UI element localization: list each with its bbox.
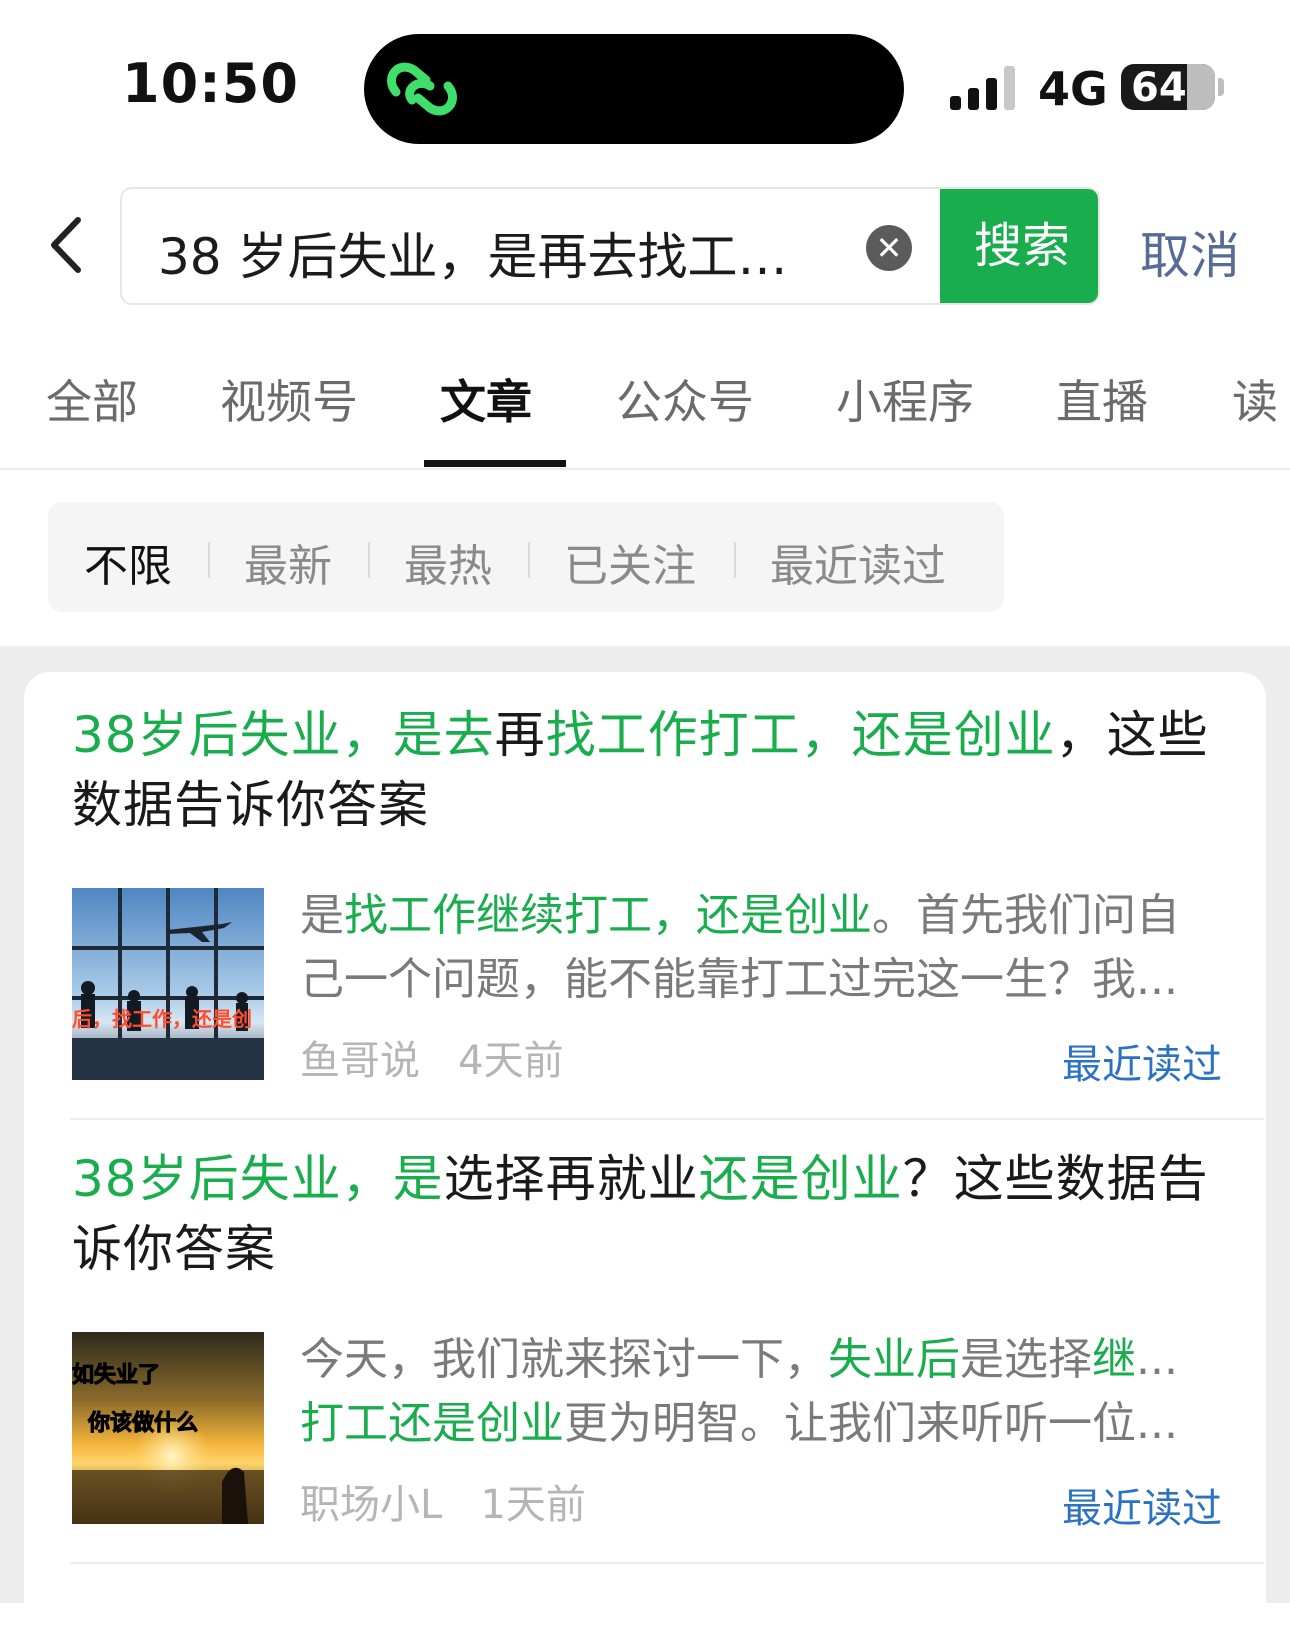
tab-live[interactable]: 直播	[1056, 366, 1148, 432]
result-snippet: 是找工作继续打工，还是创业。首先我们问自 己一个问题，能不能靠打工过完这一生？我…	[300, 890, 1180, 1005]
result-meta: 职场小L 1天前	[300, 1472, 586, 1530]
filter-divider	[528, 542, 530, 578]
active-tab-indicator	[424, 460, 566, 467]
thumbnail-caption: 你该做什么	[87, 1410, 198, 1436]
result-title[interactable]: 38岁后失业，是选择再就业还是创业？这些数据告诉你答案	[72, 1144, 1222, 1284]
filter-unlimited[interactable]: 不限	[84, 530, 172, 594]
result-title[interactable]: 38岁后失业，是去再找工作打工，还是创业，这些数据告诉你答案	[72, 700, 1222, 840]
tab-mini-programs[interactable]: 小程序	[836, 366, 974, 432]
filter-bar: 不限 最新 最热 已关注 最近读过	[48, 502, 1004, 612]
status-bar: 10:50 4G 64	[0, 0, 1290, 170]
recently-read-badge: 最近读过	[1062, 1042, 1222, 1088]
filter-hottest[interactable]: 最热	[404, 530, 492, 594]
result-thumbnail[interactable]: 如失业了 你该做什么	[72, 1332, 264, 1524]
thumbnail-caption: 后，找工作，还是创	[72, 1007, 252, 1031]
battery-level: 64	[1131, 65, 1187, 110]
filter-divider	[734, 542, 736, 578]
result-time: 1天前	[480, 1482, 586, 1528]
tab-read[interactable]: 读	[1232, 366, 1278, 432]
cancel-button[interactable]: 取消	[1140, 216, 1240, 288]
filter-divider	[368, 542, 370, 578]
back-chevron-icon[interactable]	[44, 214, 88, 276]
filter-divider	[208, 542, 210, 578]
result-thumbnail[interactable]: 后，找工作，还是创	[72, 888, 264, 1080]
cellular-signal-icon	[950, 66, 1015, 110]
airport-thumbnail-image: 后，找工作，还是创	[72, 888, 264, 1080]
search-button[interactable]: 搜索	[940, 189, 1098, 303]
result-item[interactable]: 38岁后失业，是选择再就业还是创业？这些数据告诉你答案 如失业了 你该做什么 今…	[72, 1144, 1222, 1532]
search-query[interactable]: 38 岁后失业，是再去找工…	[158, 217, 788, 289]
search-input[interactable]: 38 岁后失业，是再去找工… ✕ 搜索	[120, 187, 1100, 305]
result-snippet: 今天，我们就来探讨一下，失业后是选择继... 打工还是创业更为明智。让我们来听听…	[300, 1334, 1178, 1449]
tab-channels[interactable]: 视频号	[220, 366, 358, 432]
filter-latest[interactable]: 最新	[244, 530, 332, 594]
dynamic-island	[364, 34, 904, 144]
app-link-icon	[387, 62, 457, 116]
battery-cap	[1218, 78, 1224, 96]
thumbnail-caption: 如失业了	[72, 1363, 160, 1388]
battery-icon: 64	[1121, 64, 1215, 110]
result-item[interactable]: 38岁后失业，是去再找工作打工，还是创业，这些数据告诉你答案 后，找工作，还是创…	[72, 700, 1222, 1088]
filter-following[interactable]: 已关注	[564, 530, 696, 594]
result-divider	[70, 1118, 1264, 1120]
result-source[interactable]: 职场小L	[300, 1482, 442, 1528]
network-type: 4G	[1038, 62, 1108, 116]
tab-official-accounts[interactable]: 公众号	[616, 366, 754, 432]
result-divider	[70, 1562, 1264, 1564]
category-tabs: 全部 视频号 文章 公众号 小程序 直播 读	[0, 350, 1290, 470]
status-time: 10:50	[122, 52, 299, 115]
sunset-thumbnail-image: 如失业了 你该做什么	[72, 1332, 264, 1524]
filter-recently-read[interactable]: 最近读过	[770, 530, 946, 594]
result-time: 4天前	[458, 1038, 564, 1084]
result-source[interactable]: 鱼哥说	[300, 1038, 420, 1084]
tab-all[interactable]: 全部	[46, 366, 138, 432]
result-meta: 鱼哥说 4天前	[300, 1028, 564, 1086]
tab-articles[interactable]: 文章	[440, 366, 532, 432]
recently-read-badge: 最近读过	[1062, 1486, 1222, 1532]
clear-icon[interactable]: ✕	[866, 225, 912, 271]
results-card: 38岁后失业，是去再找工作打工，还是创业，这些数据告诉你答案 后，找工作，还是创…	[24, 672, 1266, 1632]
